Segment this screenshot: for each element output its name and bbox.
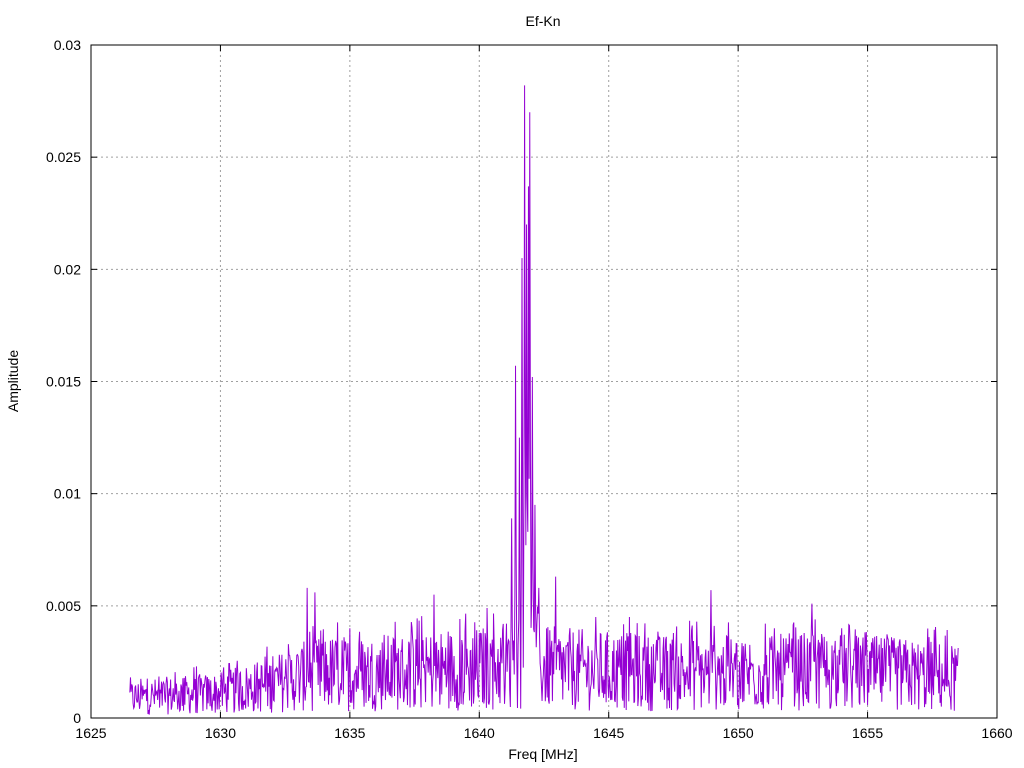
x-tick-label: 1655: [852, 725, 883, 741]
y-tick-label: 0: [73, 710, 81, 726]
x-tick-label: 1640: [464, 725, 495, 741]
x-tick-label: 1650: [723, 725, 754, 741]
x-tick-label: 1660: [981, 725, 1012, 741]
x-tick-label: 1645: [593, 725, 624, 741]
chart: Ef-Kn 1625 1630 1635 1640 1645 1650 1655 1660 0 0…: [0, 0, 1024, 768]
x-axis-title: Freq [MHz]: [508, 746, 577, 762]
y-tick-label: 0.02: [54, 261, 81, 277]
chart-title: Ef-Kn: [525, 13, 560, 29]
y-tick-label: 0.03: [54, 37, 81, 53]
y-tick-label: 0.005: [46, 598, 81, 614]
y-tick-label: 0.025: [46, 149, 81, 165]
x-tick-label: 1635: [334, 725, 365, 741]
y-tick-label: 0.01: [54, 486, 81, 502]
y-axis-title: Amplitude: [5, 350, 21, 412]
x-tick-label: 1625: [75, 725, 106, 741]
x-tick-label: 1630: [205, 725, 236, 741]
y-tick-label: 0.015: [46, 374, 81, 390]
